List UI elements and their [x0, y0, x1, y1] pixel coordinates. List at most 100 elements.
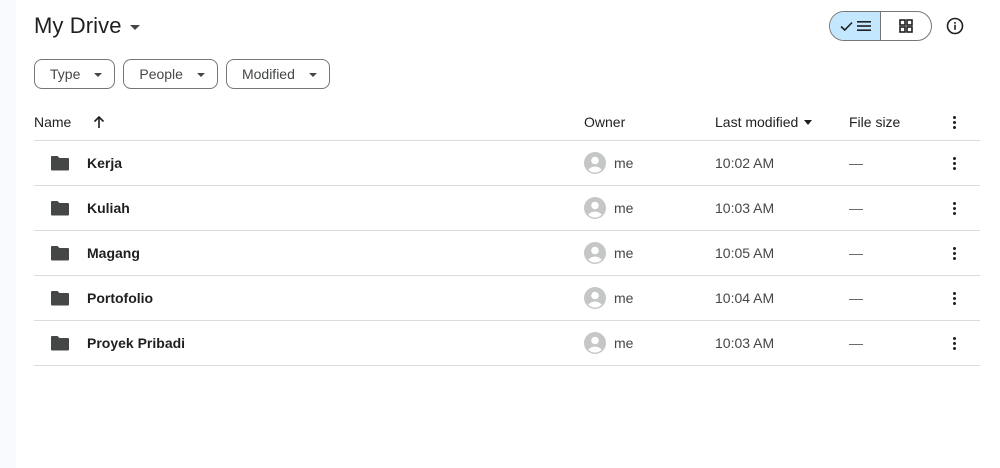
folder-icon: [51, 246, 69, 261]
file-table: Name Owner Last modified File size Kerja…: [34, 104, 980, 366]
avatar-icon: [584, 287, 606, 309]
avatar-icon: [584, 242, 606, 264]
modified-cell: 10:03 AM: [715, 200, 774, 216]
more-vert-icon: [952, 246, 956, 260]
owner-column-label: Owner: [584, 114, 626, 130]
avatar-icon: [584, 332, 606, 354]
more-vert-icon: [952, 201, 956, 215]
name-column-header[interactable]: Name: [34, 114, 105, 130]
name-cell: Proyek Pribadi: [50, 335, 185, 351]
sort-descending-icon: [804, 119, 813, 125]
file-name[interactable]: Proyek Pribadi: [87, 335, 185, 351]
table-header: Name Owner Last modified File size: [34, 104, 980, 141]
page-header: My Drive: [34, 8, 140, 44]
file-name[interactable]: Kerja: [87, 155, 122, 171]
modified-filter-chip[interactable]: Modified: [225, 59, 330, 89]
owner-column-header[interactable]: Owner: [584, 114, 625, 130]
owner-cell: me: [584, 287, 633, 309]
sort-ascending-icon[interactable]: [93, 115, 105, 129]
owner-cell: me: [584, 197, 633, 219]
chevron-down-icon: [94, 72, 103, 77]
file-size-cell: —: [849, 335, 863, 351]
modified-cell: 10:05 AM: [715, 245, 774, 261]
people-filter-chip[interactable]: People: [123, 59, 218, 89]
file-size: —: [849, 245, 863, 261]
owner-name: me: [614, 200, 634, 216]
modified-time: 10:02 AM: [715, 155, 775, 171]
modified-cell: 10:02 AM: [715, 155, 774, 171]
list-icon: [856, 21, 871, 31]
main-panel: My Drive Type People Modified Name Owner…: [16, 0, 1000, 468]
view-toggle: [829, 11, 932, 41]
file-name[interactable]: Magang: [87, 245, 140, 261]
name-cell: Kuliah: [50, 200, 130, 216]
title-dropdown-icon[interactable]: [129, 25, 140, 30]
folder-icon: [51, 291, 69, 306]
name-cell: Portofolio: [50, 290, 153, 306]
file-size: —: [849, 290, 863, 306]
row-actions-button[interactable]: [942, 286, 966, 310]
last-modified-column-header[interactable]: Last modified: [715, 114, 813, 130]
folder-icon: [51, 336, 69, 351]
file-size-column-label: File size: [849, 114, 901, 130]
owner-name: me: [614, 245, 634, 261]
table-row[interactable]: Proyek Pribadi me 10:03 AM —: [34, 321, 980, 366]
file-size: —: [849, 155, 863, 171]
folder-icon: [51, 201, 69, 216]
owner-cell: me: [584, 152, 633, 174]
modified-cell: 10:04 AM: [715, 290, 774, 306]
table-row[interactable]: Kerja me 10:02 AM —: [34, 141, 980, 186]
check-icon: [839, 21, 853, 31]
file-size-column-header[interactable]: File size: [849, 114, 900, 130]
type-filter-chip[interactable]: Type: [34, 59, 116, 89]
modified-time: 10:03 AM: [715, 200, 775, 216]
type-filter-label: Type: [50, 66, 81, 82]
info-button[interactable]: [944, 15, 966, 37]
file-size: —: [849, 335, 863, 351]
row-actions-button[interactable]: [942, 241, 966, 265]
last-modified-column-label: Last modified: [715, 114, 799, 130]
modified-time: 10:05 AM: [715, 245, 775, 261]
chevron-down-icon: [308, 72, 317, 77]
name-cell: Kerja: [50, 155, 122, 171]
more-vert-icon: [952, 156, 956, 170]
folder-icon: [51, 156, 69, 171]
grid-icon: [899, 19, 913, 33]
owner-name: me: [614, 290, 634, 306]
more-vert-icon: [952, 291, 956, 305]
table-row[interactable]: Magang me 10:05 AM —: [34, 231, 980, 276]
name-column-label: Name: [34, 114, 72, 130]
row-actions-button[interactable]: [942, 196, 966, 220]
more-vert-icon: [952, 336, 956, 350]
chevron-down-icon: [196, 72, 205, 77]
file-name[interactable]: Portofolio: [87, 290, 153, 306]
modified-cell: 10:03 AM: [715, 335, 774, 351]
avatar-icon: [584, 152, 606, 174]
file-size: —: [849, 200, 863, 216]
modified-filter-label: Modified: [241, 66, 295, 82]
file-size-cell: —: [849, 290, 863, 306]
owner-name: me: [614, 335, 634, 351]
column-options-button[interactable]: [942, 110, 966, 134]
list-view-button[interactable]: [830, 12, 881, 40]
modified-time: 10:03 AM: [715, 335, 775, 351]
grid-view-button[interactable]: [881, 12, 931, 40]
table-row[interactable]: Kuliah me 10:03 AM —: [34, 186, 980, 231]
owner-cell: me: [584, 242, 633, 264]
table-row[interactable]: Portofolio me 10:04 AM —: [34, 276, 980, 321]
page-title: My Drive: [34, 13, 122, 38]
filter-bar: Type People Modified: [34, 59, 330, 89]
people-filter-label: People: [139, 66, 183, 82]
info-icon: [946, 17, 964, 35]
file-size-cell: —: [849, 155, 863, 171]
owner-name: me: [614, 155, 634, 171]
file-name[interactable]: Kuliah: [87, 200, 130, 216]
name-cell: Magang: [50, 245, 140, 261]
row-actions-button[interactable]: [942, 331, 966, 355]
row-actions-button[interactable]: [942, 151, 966, 175]
owner-cell: me: [584, 332, 633, 354]
more-vert-icon: [952, 115, 956, 129]
avatar-icon: [584, 197, 606, 219]
file-size-cell: —: [849, 245, 863, 261]
modified-time: 10:04 AM: [715, 290, 775, 306]
